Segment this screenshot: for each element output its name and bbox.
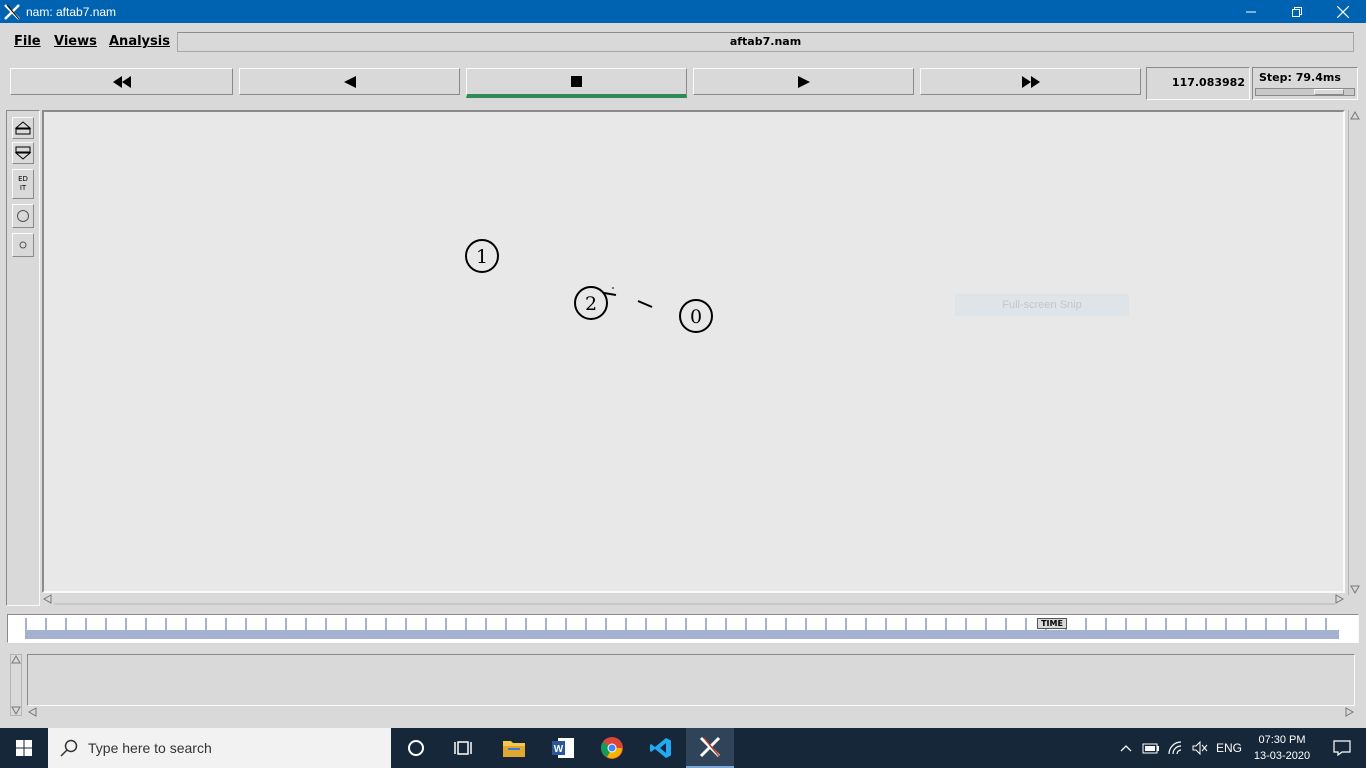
folder-icon xyxy=(503,741,525,757)
language-indicator[interactable]: ENG xyxy=(1212,728,1246,768)
step-slider[interactable] xyxy=(1255,88,1355,96)
x-app-icon xyxy=(3,3,21,21)
play-icon xyxy=(797,75,810,88)
panel-vertical-scrollbar[interactable] xyxy=(10,654,22,716)
search-icon xyxy=(60,739,78,757)
scroll-arrows xyxy=(1350,110,1360,595)
vscode-icon xyxy=(650,738,671,758)
zoom-in-button[interactable] xyxy=(12,117,34,139)
timeline-ticks xyxy=(25,618,1339,639)
task-view-button[interactable] xyxy=(440,728,488,768)
scroll-arrows xyxy=(27,707,1355,717)
search-placeholder: Type here to search xyxy=(88,740,212,756)
task-view-icon xyxy=(454,741,472,755)
restore-icon xyxy=(1292,6,1302,17)
step-label: Step: 79.4ms xyxy=(1259,71,1341,84)
battery-button[interactable] xyxy=(1138,728,1164,768)
wifi-icon xyxy=(1168,741,1182,755)
search-box[interactable]: Type here to search xyxy=(48,728,391,768)
battery-icon xyxy=(1142,743,1159,754)
svg-text:W: W xyxy=(554,744,564,755)
zoom-in-icon xyxy=(14,121,32,135)
clock[interactable]: 07:30 PM 13-03-2020 xyxy=(1246,732,1318,764)
zoom-out-icon xyxy=(14,146,32,160)
chevron-up-icon xyxy=(1120,745,1132,752)
windows-icon xyxy=(16,740,32,756)
menu-analysis[interactable]: Analysis xyxy=(109,34,170,49)
play-button[interactable] xyxy=(693,68,914,95)
step-slider-thumb[interactable] xyxy=(1314,89,1344,95)
close-button[interactable] xyxy=(1320,0,1366,23)
notification-icon xyxy=(1333,740,1351,756)
stop-button[interactable] xyxy=(466,68,687,98)
window-title: nam: aftab7.nam xyxy=(26,4,117,19)
circle-icon xyxy=(17,210,29,222)
show-hidden-icons-button[interactable] xyxy=(1114,728,1138,768)
system-tray: ENG 07:30 PM 13-03-2020 xyxy=(1114,728,1366,768)
node-label: 2 xyxy=(585,293,597,315)
cortana-button[interactable] xyxy=(392,728,440,768)
restore-button[interactable] xyxy=(1274,0,1320,23)
time-slider-thumb[interactable]: TIME xyxy=(1037,618,1067,629)
nam-button[interactable] xyxy=(686,728,734,768)
node-0[interactable]: 0 xyxy=(679,299,713,333)
network-drawing: 1 2 0 xyxy=(465,239,713,333)
timeline[interactable]: TIME xyxy=(7,614,1359,643)
node-label: 1 xyxy=(476,246,488,268)
word-icon: W xyxy=(552,738,574,758)
edit-button[interactable]: ED IT xyxy=(12,169,34,199)
vscode-button[interactable] xyxy=(637,728,685,768)
stop-icon xyxy=(571,76,582,87)
word-button[interactable]: W xyxy=(539,728,587,768)
zoom-out-button[interactable] xyxy=(12,142,34,164)
rewind-button[interactable] xyxy=(239,68,460,95)
chrome-button[interactable] xyxy=(588,728,636,768)
fast-forward-icon xyxy=(1021,75,1040,88)
menu-bar: File Views Analysis aftab7.nam xyxy=(0,23,1366,61)
panel-horizontal-scrollbar[interactable] xyxy=(27,706,1357,718)
x-app-icon xyxy=(699,736,721,758)
play-backward-icon xyxy=(343,75,356,88)
step-control: Step: 79.4ms xyxy=(1252,67,1358,100)
node-large-button[interactable] xyxy=(12,204,34,228)
minimize-button[interactable] xyxy=(1228,0,1274,23)
volume-muted-icon xyxy=(1192,741,1208,755)
scroll-arrows xyxy=(11,654,21,716)
title-bar: nam: aftab7.nam xyxy=(0,0,1366,23)
menu-views[interactable]: Views xyxy=(54,34,97,49)
scroll-arrows xyxy=(42,594,1345,605)
minimize-icon xyxy=(1246,11,1256,12)
close-icon xyxy=(1337,5,1349,18)
clock-date: 13-03-2020 xyxy=(1253,750,1311,762)
fast-rewind-button[interactable] xyxy=(10,68,233,95)
taskbar: Type here to search W ENG 07:30 PM 13-03… xyxy=(0,728,1366,768)
snip-overlay: Full-screen Snip xyxy=(955,294,1129,316)
menu-file[interactable]: File xyxy=(14,34,41,49)
file-explorer-button[interactable] xyxy=(490,728,538,768)
network-canvas[interactable]: 1 2 0 xyxy=(42,110,1345,593)
chrome-icon xyxy=(601,737,623,759)
node-small-button[interactable] xyxy=(12,233,34,257)
fast-forward-button[interactable] xyxy=(920,68,1141,95)
cortana-icon xyxy=(408,740,424,756)
tool-column: ED IT xyxy=(6,110,40,606)
canvas-horizontal-scrollbar[interactable] xyxy=(42,593,1347,605)
fast-rewind-icon xyxy=(112,75,131,88)
packet-mark xyxy=(637,300,653,308)
volume-button[interactable] xyxy=(1188,728,1212,768)
node-1[interactable]: 1 xyxy=(465,239,499,273)
action-center-button[interactable] xyxy=(1318,728,1366,768)
clock-time: 07:30 PM xyxy=(1258,734,1306,746)
small-circle-icon xyxy=(19,241,27,249)
filename-display: aftab7.nam xyxy=(177,32,1354,52)
current-time-display: 117.083982 xyxy=(1146,67,1250,100)
node-label: 0 xyxy=(690,306,702,328)
canvas-vertical-scrollbar[interactable] xyxy=(1348,110,1360,595)
node-2[interactable]: 2 xyxy=(574,286,608,320)
annotation-panel xyxy=(27,654,1355,706)
network-button[interactable] xyxy=(1164,728,1188,768)
playback-toolbar: 117.083982 Step: 79.4ms xyxy=(0,61,1366,103)
start-button[interactable] xyxy=(0,728,48,768)
